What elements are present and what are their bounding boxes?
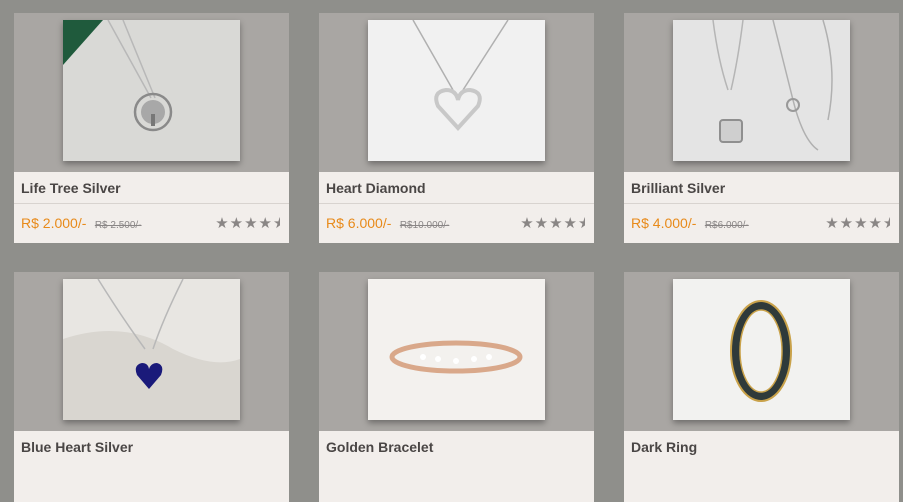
- divider: [14, 203, 289, 204]
- product-image[interactable]: [63, 279, 240, 420]
- half-star-icon: ★: [883, 214, 890, 232]
- price-row: R$ 2.000/- R$ 2.500/-: [21, 215, 142, 233]
- price-row: R$ 4.000/- R$6.000/-: [631, 215, 749, 233]
- product-info: Heart Diamond R$ 6.000/- R$10.000/- ★★★★…: [319, 172, 594, 243]
- star-icon: ★: [534, 215, 550, 232]
- price-row: R$ 6.000/- R$10.000/-: [326, 215, 449, 233]
- star-icon: ★: [229, 215, 245, 232]
- old-price: R$ 2.500/-: [94, 220, 142, 231]
- dark-ring-icon: [673, 279, 850, 420]
- product-card[interactable]: Life Tree Silver R$ 2.000/- R$ 2.500/- ★…: [14, 13, 289, 243]
- half-star-icon: ★: [578, 214, 585, 232]
- product-info: Dark Ring: [624, 431, 899, 502]
- heart-pendant-necklace-icon: [368, 20, 545, 161]
- star-icon: ★: [825, 215, 840, 232]
- old-price: R$10.000/-: [399, 220, 450, 231]
- star-icon: ★: [839, 215, 855, 232]
- product-title[interactable]: Blue Heart Silver: [21, 439, 133, 455]
- product-title[interactable]: Brilliant Silver: [631, 180, 725, 196]
- star-icon: ★: [258, 215, 273, 232]
- half-star-icon: ★: [273, 214, 280, 232]
- product-title[interactable]: Life Tree Silver: [21, 180, 121, 196]
- square-pendant-necklace-icon: [673, 20, 850, 161]
- rating-stars: ★★★★★: [215, 214, 280, 232]
- star-icon: ★: [563, 215, 578, 232]
- product-info: Brilliant Silver R$ 4.000/- R$6.000/- ★★…: [624, 172, 899, 243]
- product-card[interactable]: Heart Diamond R$ 6.000/- R$10.000/- ★★★★…: [319, 13, 594, 243]
- product-image[interactable]: [368, 279, 545, 420]
- star-icon: ★: [868, 215, 883, 232]
- star-icon: ★: [215, 215, 230, 232]
- rating-stars: ★★★★★: [520, 214, 585, 232]
- price: R$ 4.000/-: [631, 215, 697, 231]
- rose-gold-ring-icon: [368, 279, 545, 420]
- product-card[interactable]: Golden Bracelet: [319, 272, 594, 502]
- product-title[interactable]: Dark Ring: [631, 439, 697, 455]
- product-image[interactable]: [63, 20, 240, 161]
- star-icon: ★: [244, 215, 259, 232]
- product-image[interactable]: [673, 20, 850, 161]
- product-card[interactable]: Blue Heart Silver: [14, 272, 289, 502]
- product-info: Golden Bracelet: [319, 431, 594, 502]
- divider: [319, 203, 594, 204]
- product-title[interactable]: Golden Bracelet: [326, 439, 433, 455]
- product-image[interactable]: [673, 279, 850, 420]
- star-icon: ★: [854, 215, 869, 232]
- divider: [624, 203, 899, 204]
- tree-pendant-necklace-icon: [63, 20, 240, 161]
- product-title[interactable]: Heart Diamond: [326, 180, 426, 196]
- price: R$ 2.000/-: [21, 215, 87, 231]
- star-icon: ★: [520, 215, 535, 232]
- product-card[interactable]: Brilliant Silver R$ 4.000/- R$6.000/- ★★…: [624, 13, 899, 243]
- product-image[interactable]: [368, 20, 545, 161]
- price: R$ 6.000/-: [326, 215, 392, 231]
- old-price: R$6.000/-: [704, 220, 749, 231]
- product-grid: Life Tree Silver R$ 2.000/- R$ 2.500/- ★…: [0, 0, 903, 502]
- product-card[interactable]: Dark Ring: [624, 272, 899, 502]
- rating-stars: ★★★★★: [825, 214, 890, 232]
- product-info: Life Tree Silver R$ 2.000/- R$ 2.500/- ★…: [14, 172, 289, 243]
- blue-heart-necklace-icon: [63, 279, 240, 420]
- star-icon: ★: [549, 215, 564, 232]
- product-info: Blue Heart Silver: [14, 431, 289, 502]
